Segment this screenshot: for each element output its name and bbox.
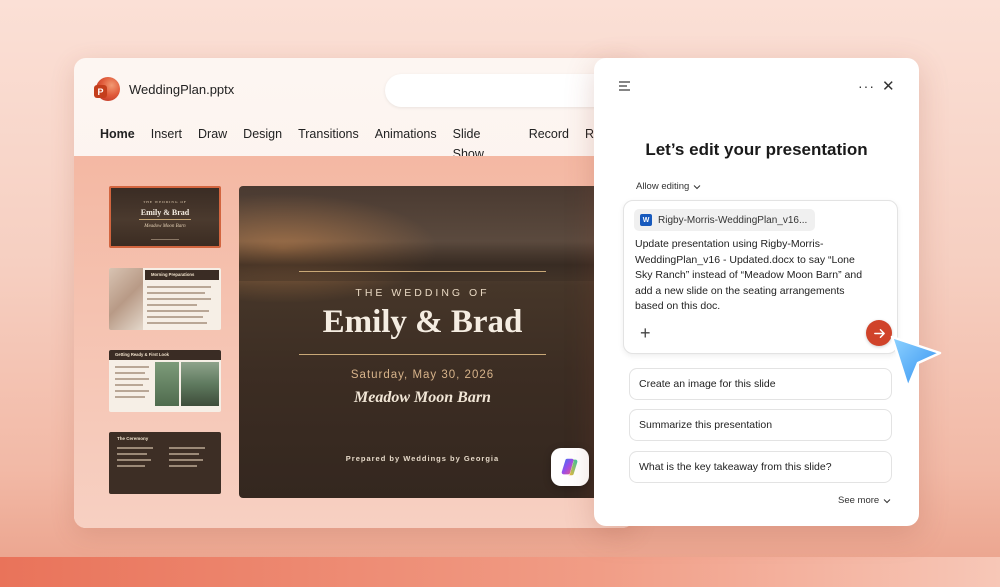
copilot-pane: ··· ✕ Let’s edit your presentation Allow… [594,58,919,526]
suggestion-create-image[interactable]: Create an image for this slide [629,368,892,400]
allow-editing-label: Allow editing [636,181,690,192]
powerpoint-logo-letter: P [94,85,107,98]
more-options-icon[interactable]: ··· [858,78,875,94]
thumb2-line [147,286,211,288]
thumb4-line [169,465,197,467]
slide-thumbnail-4[interactable]: The Ceremony [109,432,221,494]
slide-thumbnail-3[interactable]: Getting Ready & First Look [109,350,221,412]
thumb4-line [169,459,203,461]
thumb3-header: Getting Ready & First Look [109,350,221,360]
thumb2-line [147,316,203,318]
file-name: WeddingPlan.pptx [129,81,235,97]
thumb2-photo [109,268,143,330]
thumb3-line [115,378,149,380]
chevron-down-icon [693,184,701,189]
slide-subtitle: THE WEDDING OF [355,287,490,299]
tab-record[interactable]: Record [521,124,577,144]
thumb3-line [115,366,149,368]
slide-thumbnail-1[interactable]: THE WEDDING OF Emily & Brad Meadow Moon … [109,186,221,248]
word-doc-icon: W [640,214,652,226]
thumb3-photo-2 [181,362,219,406]
tab-insert[interactable]: Insert [143,124,190,144]
thumb2-header: Morning Preparations [145,270,219,280]
attachment-name: Rigby-Morris-WeddingPlan_v16... [658,214,808,226]
slide-top-rule [299,271,546,272]
suggestion-key-takeaway[interactable]: What is the key takeaway from this slide… [629,451,892,483]
prompt-input-card[interactable]: W Rigby-Morris-WeddingPlan_v16... Update… [623,200,898,354]
copilot-heading: Let’s edit your presentation [645,140,868,159]
slide-title: Emily & Brad [322,304,523,340]
thumb2-line [147,322,207,324]
thumb4-line [169,453,199,455]
thumb2-line [147,304,197,306]
powerpoint-logo-icon: P [94,77,120,101]
thumb1-footer-line [151,239,179,240]
slide-venue: Meadow Moon Barn [354,389,491,406]
thumb2-line [147,292,205,294]
thumb3-photo-1 [155,362,179,406]
slide-date: Saturday, May 30, 2026 [350,369,495,381]
thumb2-line [147,310,209,312]
thumb1-label: THE WEDDING OF [143,200,187,204]
ribbon-tabs: Home Insert Draw Design Transitions Anim… [92,124,634,161]
thumb2-title: Morning Preparations [151,272,195,277]
send-arrow-icon [873,328,885,338]
allow-editing-dropdown[interactable]: Allow editing [636,181,701,192]
editor-area: THE WEDDING OF Emily & Brad Meadow Moon … [74,156,634,528]
plus-icon[interactable]: + [640,323,651,344]
close-icon[interactable]: ✕ [882,77,895,95]
chevron-down-icon [883,498,891,503]
thumb4-line [117,459,151,461]
thumb4-line [117,465,145,467]
thumb3-line [115,390,149,392]
slide-background-hills [239,241,606,281]
thumb4-line [117,447,153,449]
suggestion-summarize[interactable]: Summarize this presentation [629,409,892,441]
tab-transitions[interactable]: Transitions [290,124,367,144]
tab-home[interactable]: Home [92,124,143,144]
thumb1-venue: Meadow Moon Barn [144,224,186,229]
thumb1-names: Emily & Brad [140,208,190,217]
bottom-decor-band [0,557,1000,587]
title-bar: P WeddingPlan.pptx [94,76,235,102]
see-more-label: See more [838,495,880,506]
thumb3-line [115,372,145,374]
attachment-chip[interactable]: W Rigby-Morris-WeddingPlan_v16... [634,209,816,231]
slide-bottom-rule [299,354,546,355]
tab-animations[interactable]: Animations [367,124,445,144]
tab-draw[interactable]: Draw [190,124,235,144]
thumb3-line [115,396,145,398]
thumb4-title: The Ceremony [117,436,149,441]
slide-thumbnail-2[interactable]: Morning Preparations [109,268,221,330]
copilot-icon [561,458,578,476]
prompt-text[interactable]: Update presentation using Rigby-Morris-W… [635,237,875,315]
copilot-button[interactable] [551,448,589,486]
thumb2-line [147,298,211,300]
tab-slide-show[interactable]: Slide Show [445,124,521,161]
hamburger-menu-icon[interactable] [618,80,632,92]
powerpoint-window: P WeddingPlan.pptx Home Insert Draw Desi… [74,58,634,528]
thumb3-line [115,384,143,386]
cursor-pointer-icon [890,335,942,389]
thumb4-line [117,453,147,455]
current-slide[interactable]: THE WEDDING OF Emily & Brad Saturday, Ma… [239,186,606,498]
thumb3-title: Getting Ready & First Look [115,352,169,357]
see-more-link[interactable]: See more [838,495,891,506]
tab-design[interactable]: Design [235,124,290,144]
thumb1-rule [139,219,191,220]
thumb4-line [169,447,205,449]
